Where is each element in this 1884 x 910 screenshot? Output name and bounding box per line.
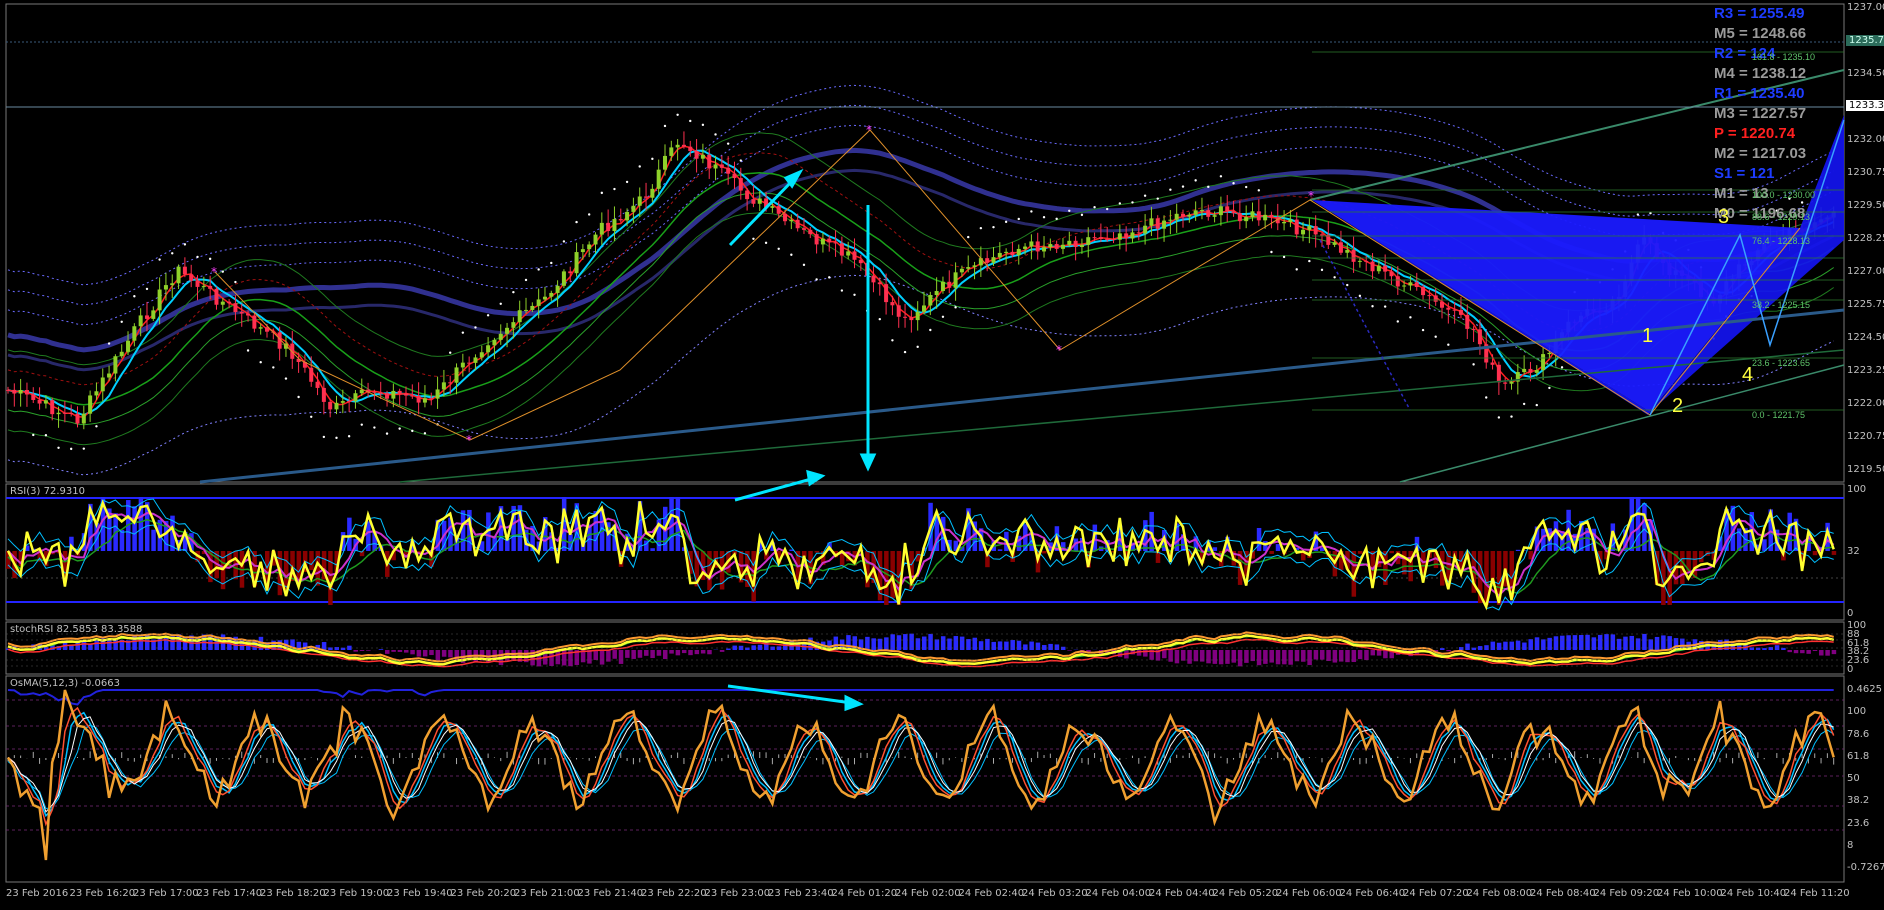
stoch-level: 0 — [1847, 664, 1854, 675]
time-tick: 23 Feb 21:40 — [577, 888, 644, 899]
time-tick: 24 Feb 03:20 — [1022, 888, 1088, 899]
wave-label-4: 4 — [1742, 364, 1754, 386]
time-tick: 24 Feb 04:00 — [1085, 888, 1152, 899]
pivot-label: M5 = 1248.66 — [1714, 25, 1807, 42]
svg-text:*: * — [866, 123, 872, 137]
price-tick: 1224.50 — [1847, 332, 1884, 343]
time-tick: 24 Feb 07:20 — [1403, 888, 1469, 899]
time-tick: 23 Feb 22:20 — [641, 888, 707, 899]
pivot-label: M4 = 1238.12 — [1714, 65, 1807, 82]
time-tick: 24 Feb 06:40 — [1339, 888, 1406, 899]
fib-label: 76.4 - 1228.13 — [1752, 236, 1811, 246]
time-tick: 24 Feb 02:00 — [895, 888, 961, 899]
time-tick: 23 Feb 18:20 — [260, 888, 326, 899]
time-tick: 23 Feb 17:40 — [196, 888, 263, 899]
price-tick: 1222.00 — [1847, 398, 1884, 409]
time-tick: 24 Feb 02:40 — [958, 888, 1025, 899]
fib-label: 161.8 - 1235.10 — [1752, 52, 1816, 62]
osma-level: 38.2 — [1847, 795, 1870, 807]
rsi-level: 100 — [1847, 484, 1867, 495]
wave-label-1: 1 — [1642, 325, 1654, 347]
osma-level: 23.6 — [1847, 817, 1870, 829]
price-tick: 1223.25 — [1847, 365, 1884, 376]
time-tick: 24 Feb 11:20 — [1784, 888, 1850, 899]
svg-text:*: * — [1056, 343, 1062, 357]
price-tick: 1228.25 — [1847, 233, 1884, 244]
time-tick: 23 Feb 23:00 — [704, 888, 771, 899]
pivot-label: M2 = 1217.03 — [1714, 145, 1807, 162]
svg-text:*: * — [1308, 189, 1314, 203]
rsi-panel[interactable] — [6, 497, 1844, 611]
time-tick: 24 Feb 05:20 — [1212, 888, 1279, 899]
stochrsi-panel[interactable] — [6, 631, 1844, 668]
time-tick: 24 Feb 04:40 — [1149, 888, 1215, 899]
time-tick: 24 Feb 10:40 — [1720, 888, 1787, 899]
fib-label: 0.0 - 1221.75 — [1752, 410, 1806, 420]
price-tick: 1230.75 — [1847, 167, 1884, 178]
chart-canvas[interactable]: * * * * * — [0, 0, 1884, 910]
fib-label: 38.2 - 1225.15 — [1752, 300, 1811, 310]
price-tick: 1234.50 — [1847, 68, 1884, 79]
time-tick: 23 Feb 16:20 — [69, 888, 136, 899]
rsi-title: RSI(3) 72.9310 — [10, 486, 85, 497]
osma-level: 50 — [1847, 773, 1860, 784]
osma-level: -0.7267 — [1847, 862, 1884, 873]
osma-level: 100 — [1847, 706, 1867, 718]
time-tick: 24 Feb 09:20 — [1593, 888, 1660, 899]
time-tick: 24 Feb 10:00 — [1657, 888, 1723, 899]
time-tick: 23 Feb 2016 — [6, 888, 69, 899]
time-tick: 23 Feb 20:20 — [450, 888, 517, 899]
osma-panel[interactable] — [6, 688, 1844, 861]
time-tick: 23 Feb 23:40 — [768, 888, 834, 899]
svg-text:*: * — [211, 265, 217, 279]
rsi-level: 32 — [1847, 546, 1860, 557]
pivot-label: R1 = 1235.40 — [1714, 85, 1805, 102]
pivot-label: P = 1220.74 — [1714, 125, 1796, 142]
wave-label-2: 2 — [1672, 395, 1684, 417]
pivot-label: S1 = 121 — [1714, 165, 1775, 182]
time-tick: 24 Feb 08:40 — [1530, 888, 1596, 899]
rsi-level: 0 — [1847, 608, 1854, 619]
fib-label: 23.6 - 1223.65 — [1752, 358, 1811, 368]
time-tick: 23 Feb 19:40 — [387, 888, 453, 899]
time-tick: 23 Feb 17:00 — [133, 888, 199, 899]
time-tick: 24 Feb 01:20 — [831, 888, 898, 899]
time-tick: 23 Feb 19:00 — [323, 888, 390, 899]
pivot-label: R3 = 1255.49 — [1714, 5, 1805, 22]
price-tick: 1229.50 — [1847, 200, 1884, 211]
fib-label: 88.6 - 1229.13 — [1752, 212, 1811, 222]
time-tick: 24 Feb 06:00 — [1276, 888, 1342, 899]
price-tick: 1237.00 — [1847, 2, 1884, 13]
pivot-label: M3 = 1227.57 — [1714, 105, 1807, 122]
osma-level: 8 — [1847, 839, 1854, 851]
osma-level: 61.8 — [1847, 750, 1870, 762]
price-tick: 1225.75 — [1847, 299, 1884, 310]
osma-level: 78.6 — [1847, 728, 1870, 740]
svg-text:*: * — [466, 433, 472, 447]
time-tick: 23 Feb 21:00 — [514, 888, 580, 899]
fib-price-tag: 1235.75 — [1846, 35, 1884, 46]
price-tick: 1227.00 — [1847, 266, 1884, 277]
price-tick: 1220.75 — [1847, 431, 1884, 442]
price-tick: 1219.50 — [1847, 464, 1884, 475]
osma-title: OsMA(5,12,3) -0.0663 — [10, 678, 120, 689]
stochrsi-title: stochRSI 82.5853 83.3588 — [10, 624, 143, 635]
current-price-tag: 1233.34 — [1846, 100, 1884, 111]
wave-label-3: 3 — [1718, 206, 1730, 228]
price-tick: 1232.00 — [1847, 134, 1884, 145]
fib-label: 100.0 - 1230.00 — [1752, 190, 1816, 200]
time-tick: 24 Feb 08:00 — [1466, 888, 1533, 899]
osma-level: 0.4625 — [1847, 684, 1882, 695]
